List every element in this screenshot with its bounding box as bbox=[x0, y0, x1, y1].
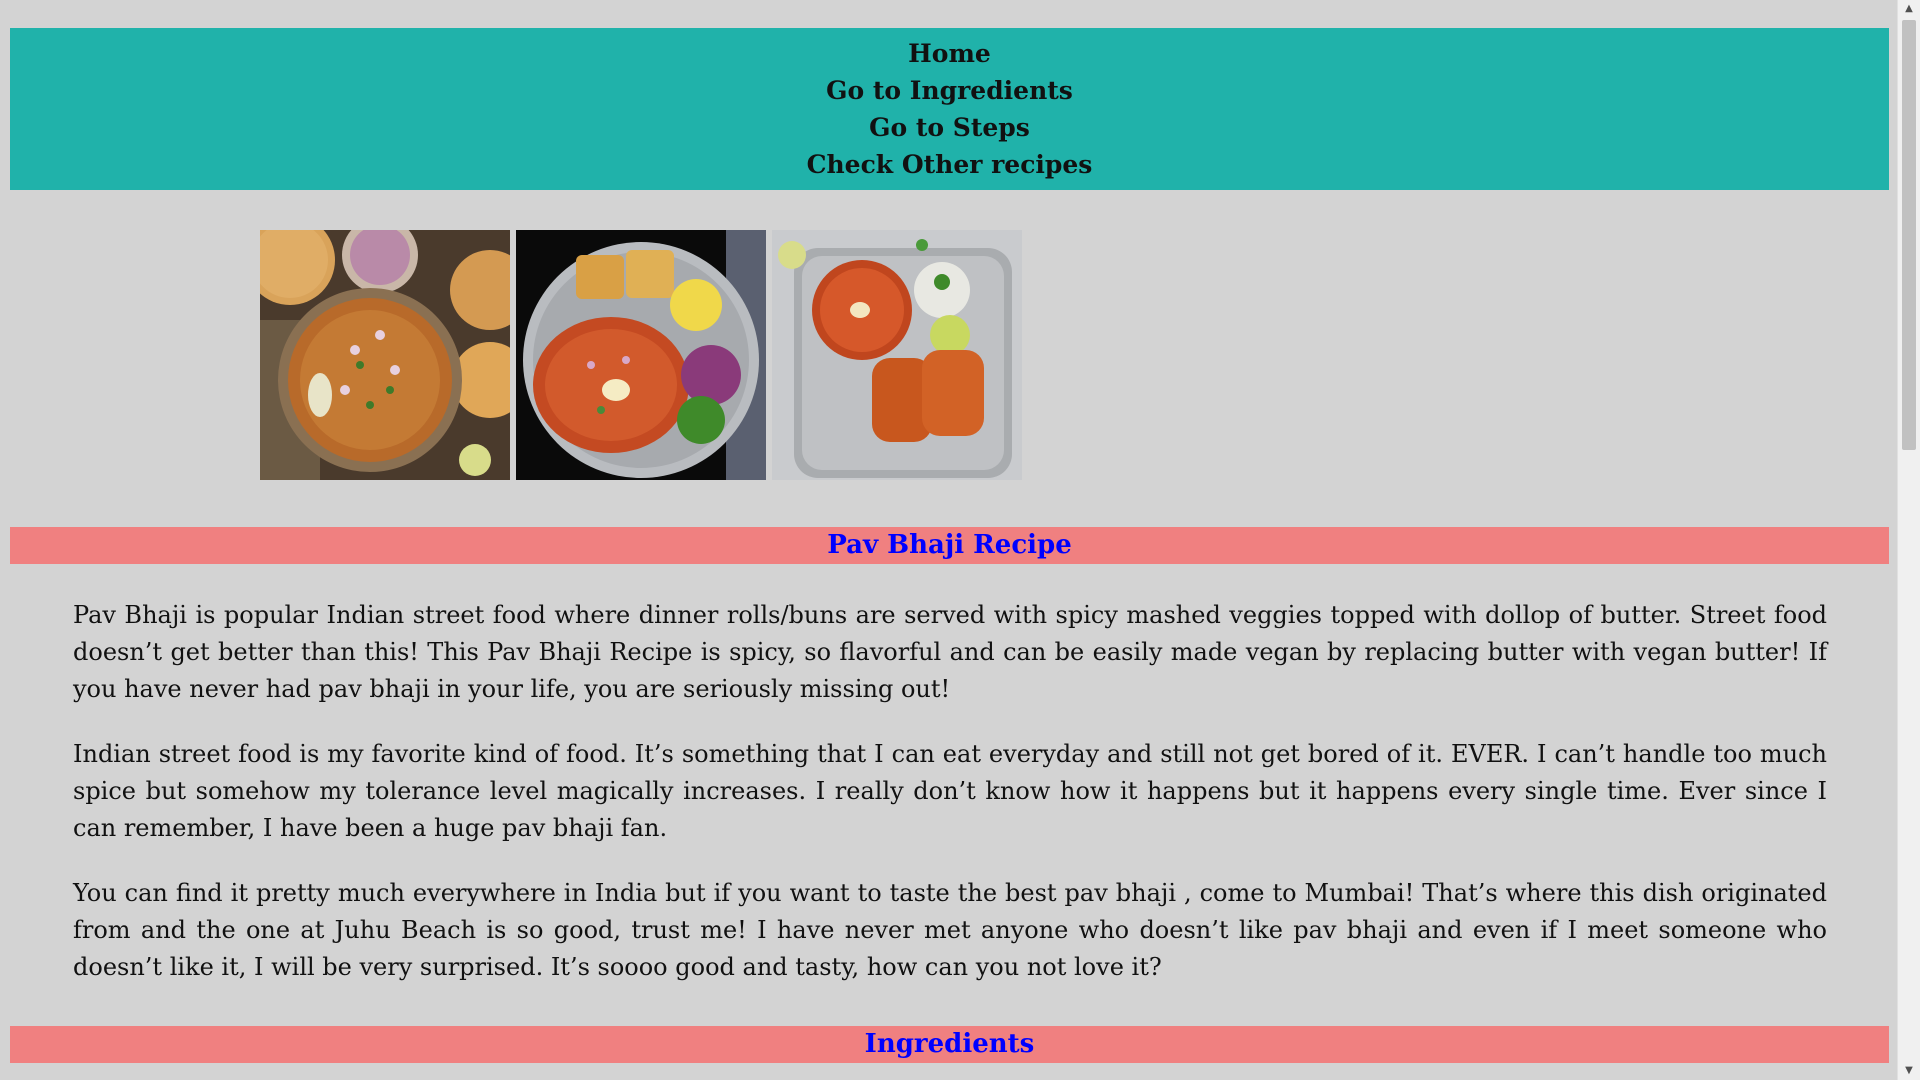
recipe-description: Pav Bhaji is popular Indian street food … bbox=[73, 597, 1827, 1014]
pav-bhaji-thali-image bbox=[772, 230, 1022, 480]
vertical-scrollbar[interactable]: ▲ ▼ bbox=[1897, 0, 1920, 1080]
scrollbar-thumb[interactable] bbox=[1902, 20, 1916, 450]
pav-bhaji-bowl-image bbox=[260, 230, 510, 480]
recipe-page: Home Go to Ingredients Go to Steps Check… bbox=[0, 0, 1898, 1080]
scroll-down-arrow-icon[interactable]: ▼ bbox=[1898, 1062, 1920, 1080]
description-paragraph-3: You can find it pretty much everywhere i… bbox=[73, 879, 1827, 981]
description-paragraph-2: Indian street food is my favorite kind o… bbox=[73, 740, 1827, 842]
nav-link-home[interactable]: Home bbox=[908, 35, 991, 72]
nav-link-ingredients[interactable]: Go to Ingredients bbox=[826, 72, 1073, 109]
scroll-up-arrow-icon[interactable]: ▲ bbox=[1898, 0, 1920, 18]
nav-link-other-recipes[interactable]: Check Other recipes bbox=[807, 146, 1093, 183]
pav-bhaji-steel-plate-image bbox=[516, 230, 766, 480]
description-paragraph-1: Pav Bhaji is popular Indian street food … bbox=[73, 601, 1827, 703]
recipe-heading: Pav Bhaji Recipe bbox=[10, 527, 1889, 564]
ingredients-heading: Ingredients bbox=[10, 1026, 1889, 1063]
image-gallery bbox=[260, 230, 1022, 480]
top-navigation: Home Go to Ingredients Go to Steps Check… bbox=[10, 28, 1889, 190]
nav-link-steps[interactable]: Go to Steps bbox=[869, 109, 1030, 146]
